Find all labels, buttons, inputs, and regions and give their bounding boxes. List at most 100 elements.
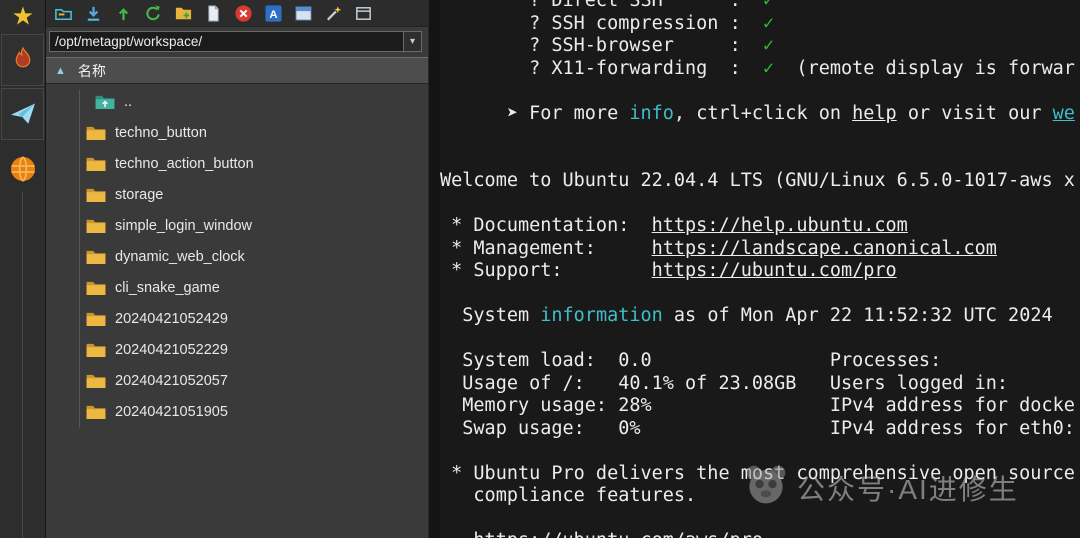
terminal-line: compliance features.	[440, 485, 1080, 508]
window-icon	[354, 4, 373, 23]
mobaxterm-window: ★ A /opt/metagpt/workspace/ ▾ ▲ 名称 .. tec…	[0, 0, 1080, 538]
file-row[interactable]: simple_login_window	[46, 210, 428, 241]
file-row[interactable]: ..	[46, 86, 428, 117]
open-folder-icon	[54, 4, 73, 23]
file-row[interactable]: 20240421052057	[46, 365, 428, 396]
console-button[interactable]	[293, 3, 314, 24]
sftp-panel: A /opt/metagpt/workspace/ ▾ ▲ 名称 .. techn…	[46, 0, 428, 538]
file-name: techno_action_button	[115, 156, 254, 172]
path-input[interactable]: /opt/metagpt/workspace/ ▾	[49, 31, 422, 52]
left-rail: ★	[0, 0, 46, 538]
file-row[interactable]: techno_action_button	[46, 148, 428, 179]
svg-text:A: A	[269, 8, 277, 20]
folder-icon	[85, 310, 107, 327]
globe-icon	[8, 154, 38, 184]
terminal-line	[440, 283, 1080, 306]
terminal-line: System load: 0.0 Processes:	[440, 350, 1080, 373]
star-icon-button[interactable]: ★	[1, 1, 44, 31]
plane-icon-button[interactable]	[1, 88, 44, 140]
terminal-line: Swap usage: 0% IPv4 address for eth0:	[440, 418, 1080, 441]
new-folder-button[interactable]	[173, 3, 194, 24]
file-row[interactable]: 20240421052429	[46, 303, 428, 334]
column-header-name[interactable]: ▲ 名称	[46, 57, 428, 84]
folder-icon	[85, 403, 107, 420]
folder-icon	[85, 248, 107, 265]
terminal-line: System information as of Mon Apr 22 11:5…	[440, 305, 1080, 328]
terminal-line	[440, 193, 1080, 216]
terminal-line: * Management: https://landscape.canonica…	[440, 238, 1080, 261]
terminal[interactable]: ? Direct SSH : ✓ ? SSH compression : ✓ ?…	[440, 0, 1080, 538]
folder-icon	[85, 279, 107, 296]
terminal-line	[440, 440, 1080, 463]
star-icon: ★	[9, 2, 37, 30]
delete-button[interactable]	[233, 3, 254, 24]
terminal-line	[440, 148, 1080, 171]
folder-icon	[85, 341, 107, 358]
chevron-down-icon[interactable]: ▾	[403, 32, 421, 51]
file-row[interactable]: 20240421052229	[46, 334, 428, 365]
flame-icon	[8, 45, 38, 75]
sort-ascending-icon: ▲	[55, 65, 66, 77]
upload-button[interactable]	[113, 3, 134, 24]
file-name: storage	[115, 187, 163, 203]
window-button[interactable]	[353, 3, 374, 24]
terminal-line: https://ubuntu.com/aws/pro	[440, 530, 1080, 538]
folder-icon	[85, 372, 107, 389]
file-list: .. techno_button techno_action_buttonstora…	[46, 84, 428, 427]
path-text: /opt/metagpt/workspace/	[50, 34, 403, 49]
terminal-line: ? SSH-browser : ✓	[440, 35, 1080, 58]
terminal-line: ? SSH compression : ✓	[440, 13, 1080, 36]
terminal-line: Welcome to Ubuntu 22.04.4 LTS (GNU/Linux…	[440, 170, 1080, 193]
new-folder-icon	[174, 4, 193, 23]
refresh-button[interactable]	[143, 3, 164, 24]
upload-icon	[114, 4, 133, 23]
file-name: 20240421051905	[115, 404, 228, 420]
terminal-line: * Ubuntu Pro delivers the most comprehen…	[440, 463, 1080, 486]
file-name: 20240421052429	[115, 311, 228, 327]
plane-icon	[8, 99, 38, 129]
terminal-line: * Documentation: https://help.ubuntu.com	[440, 215, 1080, 238]
terminal-line	[440, 328, 1080, 351]
file-row[interactable]: techno_button	[46, 117, 428, 148]
folder-icon	[85, 217, 107, 234]
file-row[interactable]: cli_snake_game	[46, 272, 428, 303]
flame-icon-button[interactable]	[1, 34, 44, 86]
terminal-output: ? Direct SSH : ✓ ? SSH compression : ✓ ?…	[440, 0, 1080, 538]
terminal-line: Usage of /: 40.1% of 23.08GB Users logge…	[440, 373, 1080, 396]
folder-icon	[85, 124, 107, 141]
console-icon	[294, 4, 313, 23]
rename-button[interactable]: A	[263, 3, 284, 24]
parent-folder-icon	[94, 93, 116, 110]
folder-icon	[85, 186, 107, 203]
new-file-icon	[204, 4, 223, 23]
file-name: simple_login_window	[115, 218, 252, 234]
file-name: cli_snake_game	[115, 280, 220, 296]
terminal-line: ? X11-forwarding : ✓ (remote display is …	[440, 58, 1080, 81]
rail-divider-line	[22, 192, 23, 538]
file-row[interactable]: storage	[46, 179, 428, 210]
wand-button[interactable]	[323, 3, 344, 24]
terminal-line: Memory usage: 28% IPv4 address for docke	[440, 395, 1080, 418]
column-header-label: 名称	[78, 61, 106, 81]
svg-text:★: ★	[11, 2, 34, 30]
download-button[interactable]	[83, 3, 104, 24]
panel-splitter[interactable]	[428, 0, 440, 538]
file-name: dynamic_web_clock	[115, 249, 245, 265]
terminal-line	[440, 125, 1080, 148]
file-row[interactable]: dynamic_web_clock	[46, 241, 428, 272]
sftp-toolbar: A	[46, 0, 428, 27]
globe-icon-button[interactable]	[1, 148, 44, 190]
rename-icon: A	[264, 4, 283, 23]
open-folder-button[interactable]	[53, 3, 74, 24]
terminal-line: ➤ For more info, ctrl+click on help or v…	[440, 103, 1080, 126]
terminal-line: * Support: https://ubuntu.com/pro	[440, 260, 1080, 283]
file-name: techno_button	[115, 125, 207, 141]
wand-icon	[324, 4, 343, 23]
file-row[interactable]: 20240421051905	[46, 396, 428, 427]
delete-icon	[234, 4, 253, 23]
terminal-line	[440, 80, 1080, 103]
new-file-button[interactable]	[203, 3, 224, 24]
terminal-line: ? Direct SSH : ✓	[440, 0, 1080, 13]
path-row: /opt/metagpt/workspace/ ▾	[46, 27, 428, 55]
refresh-icon	[144, 4, 163, 23]
